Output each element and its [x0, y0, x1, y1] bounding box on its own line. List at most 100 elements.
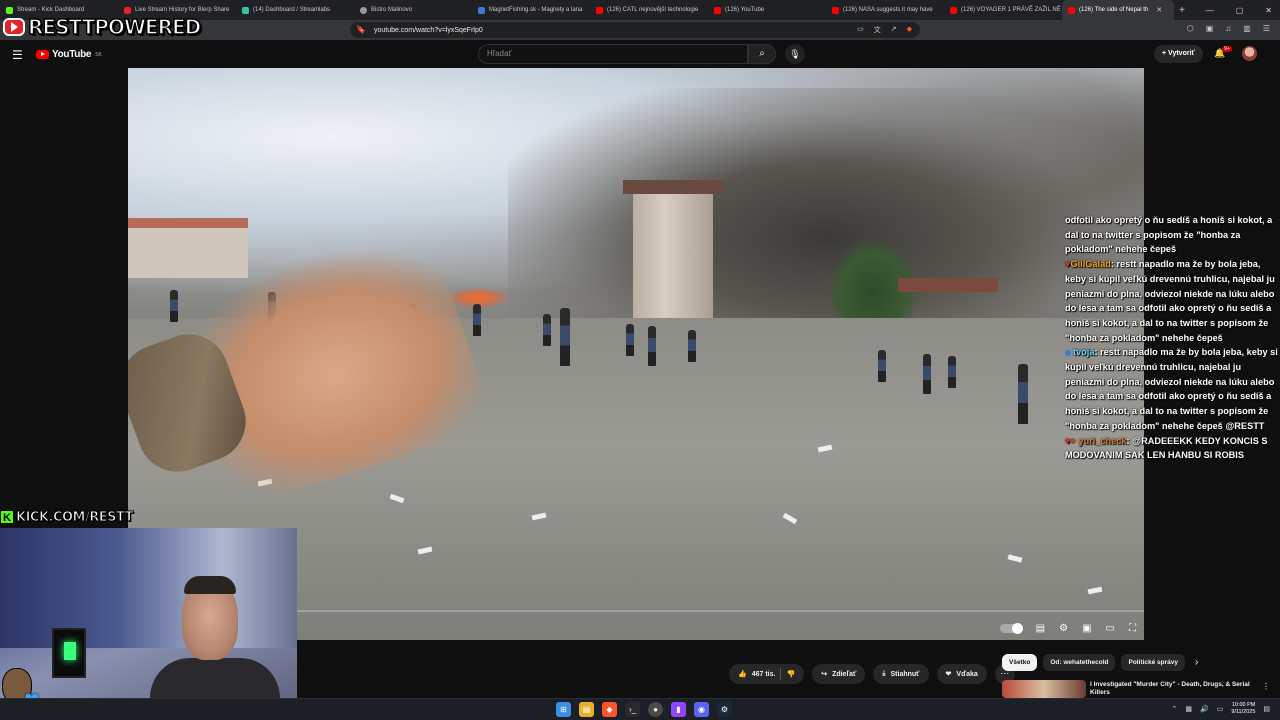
- search-input[interactable]: Hľadať: [478, 44, 748, 64]
- chip-political-news[interactable]: Politické správy: [1121, 654, 1185, 671]
- youtube-play-icon: [36, 50, 49, 59]
- system-clock[interactable]: 10:00 PM 9/11/2025: [1231, 702, 1255, 716]
- like-dislike-button[interactable]: 👍 467 tis. 👎: [729, 664, 805, 684]
- subtitles-icon[interactable]: ▤: [1036, 623, 1045, 634]
- obs-icon[interactable]: ●: [648, 702, 663, 717]
- user-badge-icon: [1070, 438, 1077, 445]
- chat-message-text: odfotil ako opretý o ňu sedíš a honíš si…: [1065, 215, 1273, 255]
- battery-icon[interactable]: ▭: [1217, 705, 1224, 713]
- thanks-label: Vďaka: [956, 670, 978, 678]
- browser-tab[interactable]: (126) CATL nejnovější technologie: [590, 0, 708, 20]
- hamburger-menu-icon[interactable]: ☰: [12, 48, 23, 62]
- chat-message: ♥GillGalad: restt napadlo ma že by bola …: [1065, 259, 1275, 343]
- download-icon: ⤓: [882, 670, 886, 677]
- chat-message-text: restt napadlo ma že by bola jeba, keby s…: [1065, 347, 1278, 431]
- media-icon[interactable]: ♫: [1225, 24, 1231, 33]
- notification-center-icon[interactable]: ▤: [1263, 705, 1270, 713]
- theater-mode-icon[interactable]: ▭: [1106, 623, 1115, 634]
- thumbs-down-icon[interactable]: 👎: [786, 670, 795, 678]
- window-controls: — ▢ ✕: [1206, 0, 1272, 20]
- close-tab-icon[interactable]: ✕: [1156, 6, 1162, 14]
- thanks-button[interactable]: ❤ Vďaka: [936, 664, 987, 684]
- chip-all[interactable]: Všetko: [1002, 654, 1038, 671]
- video-person: [473, 304, 481, 336]
- youtube-logo[interactable]: YouTube SK: [36, 49, 102, 60]
- chat-username: yuri_check: [1078, 435, 1127, 446]
- wallet-icon[interactable]: ▣: [1206, 24, 1214, 33]
- magnet-favicon-icon: [478, 6, 485, 14]
- menu-icon[interactable]: ☰: [1263, 24, 1270, 33]
- browser-tab[interactable]: MagnetFishing.sk - Magnety a lana: [472, 0, 590, 20]
- terminal-icon[interactable]: ›_: [625, 702, 640, 717]
- browser-tab[interactable]: (14) Dashboard / Streamlabs: [236, 0, 354, 20]
- windows-taskbar: ⊞ ▤ ◆ ›_ ● ▮ ◉ ⚙ ⌃ ▦ 🔊 ▭ 10:00 PM 9/11/2…: [0, 698, 1280, 720]
- autoplay-toggle[interactable]: [999, 623, 1023, 634]
- kick-logo-icon: K: [0, 510, 14, 524]
- browser-tab[interactable]: (126) VOYAGER 1 PRÁVĚ ZAŽIL NĚ: [944, 0, 1062, 20]
- video-person: [948, 356, 956, 388]
- miniplayer-icon[interactable]: ▣: [1082, 623, 1091, 634]
- youtube-favicon-icon: [1068, 6, 1075, 14]
- chat-username: tvoja: [1073, 347, 1095, 358]
- recommended-title[interactable]: I Investigated "Murder City" - Death, Dr…: [1090, 681, 1250, 697]
- youtube-logo-text: YouTube: [52, 49, 92, 60]
- webcam-streamer-hair: [184, 576, 236, 594]
- video-person: [560, 308, 570, 366]
- share-label: Zdieľať: [832, 670, 857, 678]
- chip-channel[interactable]: Od: wehatethecold: [1043, 654, 1116, 671]
- kick-favicon-icon: [6, 6, 13, 14]
- tab-title: Live Stream History for Blerp Share: [135, 7, 230, 13]
- kebab-menu-icon[interactable]: ⋮: [1262, 682, 1270, 691]
- tab-title: (14) Dashboard / Streamlabs: [253, 7, 331, 13]
- cast-icon[interactable]: ▭: [857, 25, 864, 35]
- tab-title: MagnetFishing.sk - Magnety a lana: [489, 7, 583, 13]
- thumbs-up-icon[interactable]: 👍: [738, 670, 747, 678]
- webcam-overlay: ♥: [0, 528, 297, 720]
- tab-title: Stream - Kick Dashboard: [17, 7, 85, 13]
- extensions-icon[interactable]: ⬡: [1187, 24, 1194, 33]
- chevron-up-icon[interactable]: ⌃: [1171, 705, 1177, 713]
- twitch-icon[interactable]: ▮: [671, 702, 686, 717]
- speaker-icon[interactable]: 🔊: [1200, 705, 1209, 713]
- video-canopy: [898, 278, 998, 292]
- download-button[interactable]: ⤓ Stiahnuť: [873, 664, 929, 684]
- brave-shield-icon[interactable]: ◆: [907, 25, 912, 35]
- stream-chat-overlay: odfotil ako opretý o ňu sedíš a honíš si…: [1065, 213, 1279, 463]
- chat-message: tvoja: restt napadlo ma že by bola jeba,…: [1065, 347, 1278, 431]
- file-explorer-icon[interactable]: ▤: [579, 702, 594, 717]
- fullscreen-icon[interactable]: ⛶: [1129, 623, 1136, 634]
- chevron-right-icon[interactable]: ›: [1195, 654, 1198, 671]
- translate-icon[interactable]: 文: [874, 25, 881, 35]
- voice-search-button[interactable]: 🎙: [785, 44, 805, 64]
- video-building-left: [128, 218, 248, 278]
- share-button[interactable]: ↪ Zdieľať: [812, 664, 866, 684]
- omnibox[interactable]: 🔖 youtube.com/watch?v=lyxSqeFrlp0 ▭ 文 ↗ …: [350, 22, 920, 38]
- brave-browser-icon[interactable]: ◆: [602, 702, 617, 717]
- browser-tab[interactable]: Bistro Malinovo: [354, 0, 472, 20]
- maximize-icon[interactable]: ▢: [1236, 6, 1244, 15]
- close-window-icon[interactable]: ✕: [1265, 6, 1272, 15]
- minimize-icon[interactable]: —: [1206, 6, 1214, 15]
- search-button[interactable]: ⌕: [748, 44, 776, 64]
- settings-gear-icon[interactable]: ⚙: [1059, 623, 1068, 634]
- browser-tab[interactable]: (126) YouTube: [708, 0, 826, 20]
- share-icon[interactable]: ↗: [891, 25, 897, 35]
- account-avatar[interactable]: [1242, 46, 1257, 61]
- url-text[interactable]: youtube.com/watch?v=lyxSqeFrlp0: [374, 27, 483, 34]
- recommendation-chips: Všetko Od: wehatethecold Politické správ…: [1002, 654, 1198, 671]
- network-icon[interactable]: ▦: [1185, 705, 1192, 713]
- bookmark-icon[interactable]: 🔖: [356, 25, 366, 34]
- youtube-header: ☰ YouTube SK Hľadať ⌕ 🎙 + Vytvoriť 🔔 9+: [0, 40, 1280, 68]
- create-button[interactable]: + Vytvoriť: [1154, 45, 1203, 63]
- recommended-thumbnail[interactable]: [1002, 680, 1086, 698]
- tab-title: (126) NASA suggests it may have: [843, 7, 933, 13]
- sidebar-icon[interactable]: ▥: [1243, 24, 1251, 33]
- browser-tab-active[interactable]: (126) The side of Nepal th ✕: [1062, 0, 1174, 20]
- steam-icon[interactable]: ⚙: [717, 702, 732, 717]
- new-tab-button[interactable]: +: [1174, 5, 1190, 16]
- microphone-icon: 🎙: [789, 49, 801, 59]
- browser-tab[interactable]: (126) NASA suggests it may have: [826, 0, 944, 20]
- discord-icon[interactable]: ◉: [694, 702, 709, 717]
- recommended-video[interactable]: I Investigated "Murder City" - Death, Dr…: [1002, 680, 1272, 698]
- windows-start-icon[interactable]: ⊞: [556, 702, 571, 717]
